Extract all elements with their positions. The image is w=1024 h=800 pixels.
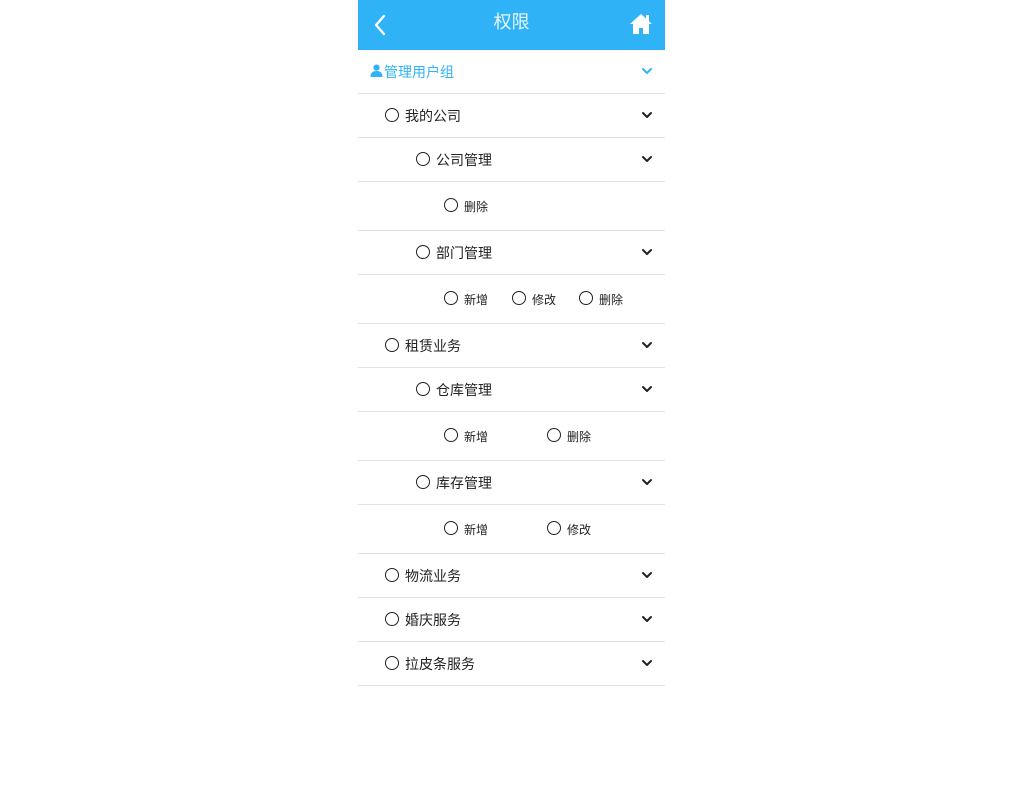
radio-button[interactable] xyxy=(444,428,458,442)
op-add[interactable]: 新增 xyxy=(444,428,488,445)
radio-button[interactable] xyxy=(547,428,562,442)
chevron-down-icon[interactable] xyxy=(641,248,653,256)
ops-row-dept-mgmt: 新增 修改 删除 xyxy=(358,275,665,324)
tree-item-label: 婚庆服务 xyxy=(405,612,461,629)
home-icon[interactable] xyxy=(629,13,653,35)
page-title: 权限 xyxy=(493,12,530,33)
radio-button[interactable] xyxy=(385,567,399,582)
tree-item-label: 拉皮条服务 xyxy=(405,656,475,673)
op-label: 删除 xyxy=(599,292,624,307)
chevron-down-icon[interactable] xyxy=(641,385,653,393)
radio-button[interactable] xyxy=(385,107,399,122)
tree-item-label: 库存管理 xyxy=(436,475,492,492)
tree-item-warehouse-mgmt[interactable]: 仓库管理 xyxy=(358,368,665,412)
op-delete[interactable]: 删除 xyxy=(579,291,623,308)
radio-button[interactable] xyxy=(512,291,527,305)
user-group-row[interactable]: 管理用户组 xyxy=(358,50,665,94)
permissions-screen: 权限 管理用户组 我的公司 公司管理 删除 部门管理 新增 修改 删除 租赁业务… xyxy=(358,0,665,686)
top-bar: 权限 xyxy=(358,0,665,50)
op-edit[interactable]: 修改 xyxy=(547,521,591,538)
op-add[interactable]: 新增 xyxy=(444,521,488,538)
ops-row-warehouse-mgmt: 新增 删除 xyxy=(358,412,665,461)
tree-item-label: 物流业务 xyxy=(405,568,461,585)
chevron-down-icon[interactable] xyxy=(641,571,653,579)
tree-item-label: 仓库管理 xyxy=(436,382,492,399)
op-label: 删除 xyxy=(464,199,489,214)
chevron-down-icon[interactable] xyxy=(641,67,653,75)
tree-item-label: 我的公司 xyxy=(405,108,461,125)
tree-item-my-company[interactable]: 我的公司 xyxy=(358,94,665,138)
chevron-down-icon[interactable] xyxy=(641,478,653,486)
user-group-label: 管理用户组 xyxy=(384,64,454,81)
tree-item-logistics[interactable]: 物流业务 xyxy=(358,554,665,598)
tree-item-inventory-mgmt[interactable]: 库存管理 xyxy=(358,461,665,505)
chevron-down-icon[interactable] xyxy=(641,111,653,119)
chevron-down-icon[interactable] xyxy=(641,659,653,667)
tree-item-leasing[interactable]: 租赁业务 xyxy=(358,324,665,368)
radio-button[interactable] xyxy=(547,521,562,535)
tree-item-dept-mgmt[interactable]: 部门管理 xyxy=(358,231,665,275)
chevron-down-icon[interactable] xyxy=(641,155,653,163)
tree-item-label: 租赁业务 xyxy=(405,338,461,355)
radio-button[interactable] xyxy=(444,198,458,212)
tree-item-label: 部门管理 xyxy=(436,245,492,262)
radio-button[interactable] xyxy=(444,291,458,305)
op-label: 新增 xyxy=(464,429,489,444)
radio-button[interactable] xyxy=(416,244,430,259)
op-delete[interactable]: 删除 xyxy=(444,198,488,215)
user-icon xyxy=(370,64,383,77)
tree-item-wedding[interactable]: 婚庆服务 xyxy=(358,598,665,642)
op-add[interactable]: 新增 xyxy=(444,291,488,308)
chevron-down-icon[interactable] xyxy=(641,341,653,349)
tree-item-label: 公司管理 xyxy=(436,152,492,169)
ops-row-inventory-mgmt: 新增 修改 xyxy=(358,505,665,554)
radio-button[interactable] xyxy=(444,521,458,535)
radio-button[interactable] xyxy=(416,381,430,396)
radio-button[interactable] xyxy=(385,337,399,352)
op-edit[interactable]: 修改 xyxy=(512,291,556,308)
radio-button[interactable] xyxy=(416,474,430,489)
op-label: 新增 xyxy=(464,292,489,307)
op-label: 新增 xyxy=(464,522,489,537)
radio-button[interactable] xyxy=(416,151,430,166)
tree-item-peel-noodle[interactable]: 拉皮条服务 xyxy=(358,642,665,686)
op-label: 修改 xyxy=(532,292,557,307)
tree-item-company-mgmt[interactable]: 公司管理 xyxy=(358,138,665,182)
op-label: 修改 xyxy=(567,522,592,537)
op-label: 删除 xyxy=(567,429,592,444)
radio-button[interactable] xyxy=(385,611,399,626)
ops-row-company-mgmt: 删除 xyxy=(358,182,665,231)
chevron-down-icon[interactable] xyxy=(641,615,653,623)
radio-button[interactable] xyxy=(579,291,594,305)
radio-button[interactable] xyxy=(385,655,399,670)
op-delete[interactable]: 删除 xyxy=(547,428,591,445)
